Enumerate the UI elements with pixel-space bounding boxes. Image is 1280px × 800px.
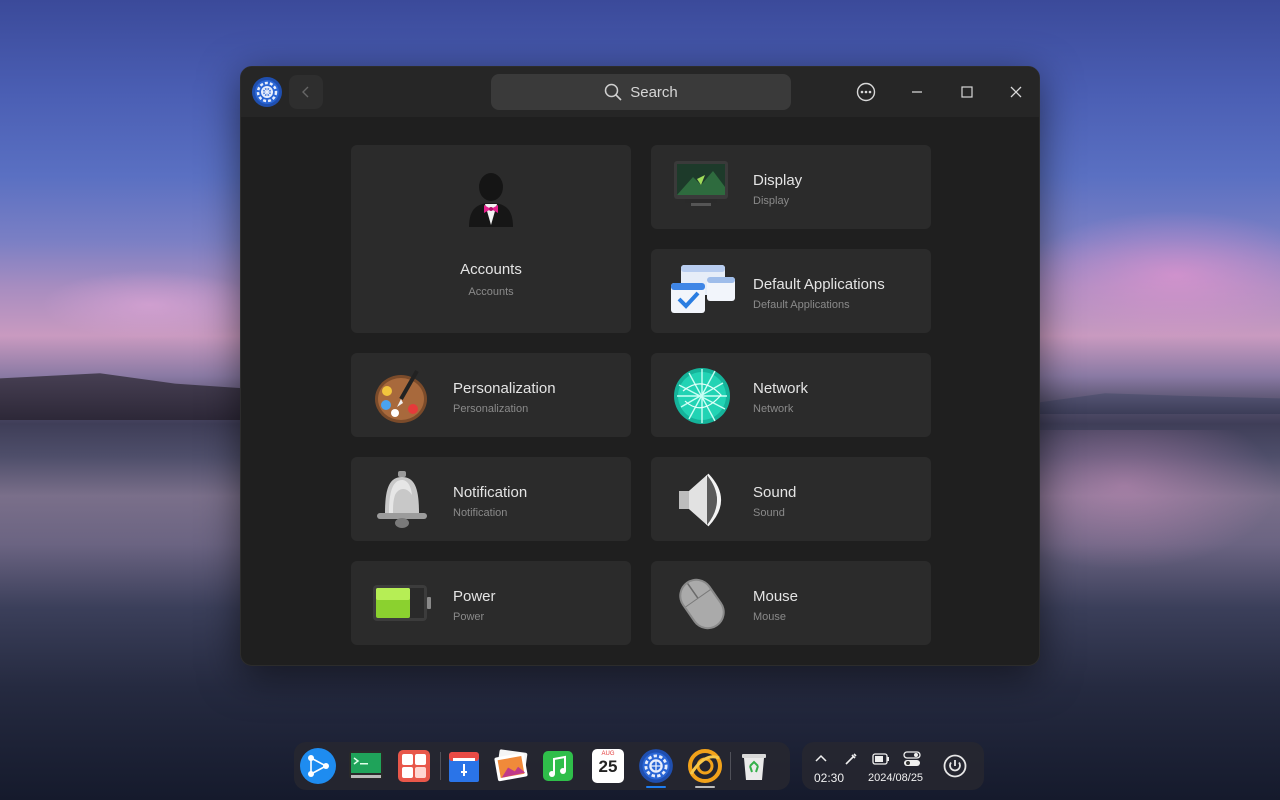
card-mouse[interactable]: Mouse Mouse: [651, 561, 931, 645]
clock-time[interactable]: 02:30: [814, 771, 844, 785]
titlebar: Search: [241, 67, 1039, 117]
wallpaper-cloud: [40, 270, 260, 340]
card-title: Accounts: [460, 261, 522, 278]
clock-date[interactable]: 2024/08/25: [868, 772, 923, 784]
tray-expand-button[interactable]: [812, 750, 830, 768]
card-title: Display: [753, 172, 803, 189]
calendar-icon: AUG 25: [592, 749, 624, 783]
card-subtitle: Sound: [753, 507, 785, 519]
card-subtitle: Default Applications: [753, 299, 850, 311]
back-button[interactable]: [289, 75, 323, 109]
launcher-icon: [300, 748, 336, 784]
card-subtitle: Personalization: [453, 403, 529, 415]
card-subtitle: Accounts: [468, 286, 514, 298]
search-input[interactable]: Search: [491, 74, 791, 110]
dock-music[interactable]: [539, 747, 577, 785]
minimize-button[interactable]: [904, 79, 930, 105]
settings-grid: Accounts Accounts Display Display Defaul…: [241, 117, 1039, 665]
power-button[interactable]: [935, 746, 975, 786]
card-title: Sound: [753, 484, 797, 501]
dock-settings[interactable]: [637, 747, 675, 785]
card-sound[interactable]: Sound Sound: [651, 457, 931, 541]
app-store-icon: [398, 750, 430, 782]
mountain-right: [1030, 393, 1280, 414]
tray-control-center-button[interactable]: [903, 750, 921, 768]
mouse-icon: [671, 573, 733, 635]
active-indicator: [646, 786, 666, 788]
search-icon: [604, 83, 622, 101]
dock-browser[interactable]: [686, 747, 724, 785]
file-manager-icon: [449, 752, 479, 782]
dock-separator: [730, 752, 731, 780]
card-network[interactable]: Network Network: [651, 353, 931, 437]
dock-file-manager[interactable]: [445, 747, 483, 785]
card-subtitle: Display: [753, 195, 790, 207]
settings-icon: [639, 749, 673, 783]
power-icon: [943, 754, 967, 778]
bell-icon: [371, 469, 433, 531]
image-viewer-icon: [494, 749, 528, 782]
dock-app-store[interactable]: [395, 747, 433, 785]
card-title: Mouse: [753, 588, 799, 605]
control-center-app-icon: [251, 76, 283, 108]
toggles-icon: [903, 751, 921, 766]
card-subtitle: Notification: [453, 507, 508, 519]
card-power[interactable]: Power Power: [351, 561, 631, 645]
dock-image-viewer[interactable]: [493, 747, 531, 785]
more-horizontal-icon: [856, 82, 876, 102]
wallpaper-reflection: [1020, 430, 1280, 570]
terminal-icon: [349, 751, 383, 779]
card-personalization[interactable]: Personalization Personalization: [351, 353, 631, 437]
browser-icon: [688, 749, 722, 783]
close-button[interactable]: [1003, 79, 1029, 105]
dock-terminal[interactable]: [347, 747, 385, 785]
dock-trash[interactable]: [735, 747, 773, 785]
chevron-left-icon: [302, 86, 309, 98]
calendar-day: 25: [598, 757, 618, 776]
monitor-icon: [671, 157, 733, 219]
card-title: Default Applications: [753, 276, 885, 293]
battery-status-icon: [872, 753, 889, 765]
chevron-up-icon: [815, 754, 827, 762]
card-title: Network: [753, 380, 809, 397]
close-icon: [1010, 86, 1022, 98]
card-notification[interactable]: Notification Notification: [351, 457, 631, 541]
dock-launcher[interactable]: [299, 747, 337, 785]
search-placeholder: Search: [630, 83, 678, 101]
maximize-button[interactable]: [954, 79, 980, 105]
paint-palette-icon: [371, 365, 433, 427]
minimize-icon: [912, 91, 922, 93]
more-options-button[interactable]: [853, 79, 879, 105]
card-title: Power: [453, 588, 496, 605]
card-title: Notification: [453, 484, 528, 501]
battery-icon: [371, 573, 433, 635]
card-default-applications[interactable]: Default Applications Default Application…: [651, 249, 931, 333]
card-display[interactable]: Display Display: [651, 145, 931, 229]
user-tuxedo-icon: [459, 167, 523, 231]
control-center-window: Search Accounts Accounts Display Display…: [240, 66, 1040, 666]
speaker-icon: [671, 469, 733, 531]
card-subtitle: Network: [753, 403, 794, 415]
tray-battery-button[interactable]: [872, 750, 890, 768]
trash-icon: [742, 754, 766, 780]
card-subtitle: Power: [453, 611, 485, 623]
mountain-left: [0, 373, 250, 420]
app-windows-check-icon: [671, 261, 735, 323]
card-accounts[interactable]: Accounts Accounts: [351, 145, 631, 333]
wallpaper-glow: [1020, 210, 1280, 340]
music-icon: [543, 751, 573, 781]
running-indicator: [695, 786, 715, 788]
eyedropper-icon: [845, 753, 857, 765]
dock-calendar[interactable]: AUG 25: [589, 747, 627, 785]
dock: AUG 25: [294, 742, 790, 790]
card-title: Personalization: [453, 380, 556, 397]
tray-pick-color-button[interactable]: [842, 750, 860, 768]
card-subtitle: Mouse: [753, 611, 787, 623]
maximize-icon: [961, 86, 973, 98]
dock-separator: [440, 752, 441, 780]
network-globe-icon: [671, 365, 733, 427]
